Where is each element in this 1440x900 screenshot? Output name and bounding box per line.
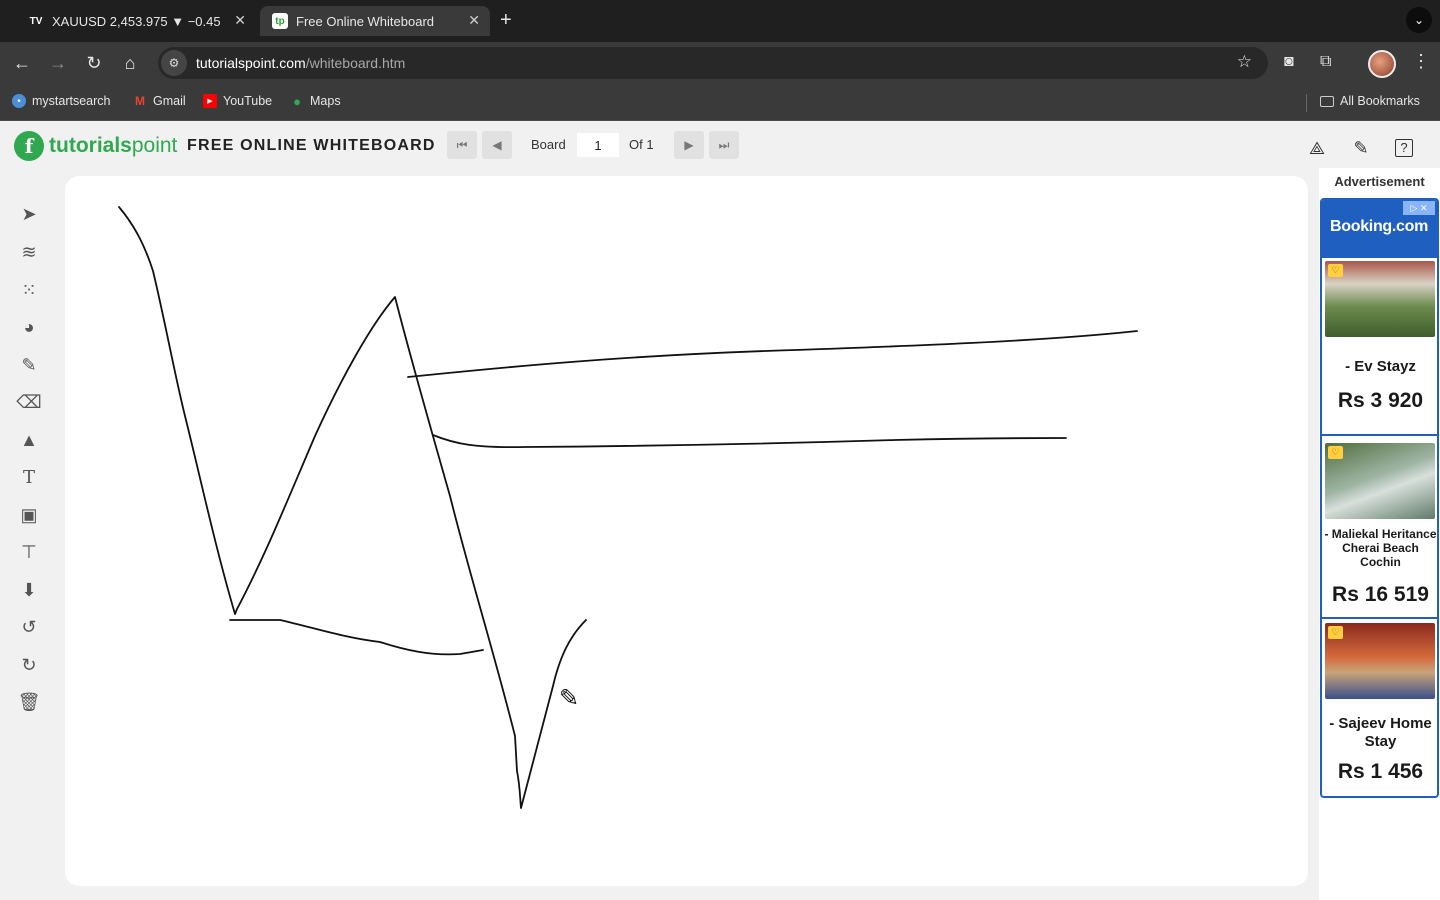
present-tool-icon[interactable]: ⊤ (16, 539, 42, 565)
browser-menu-icon[interactable]: ⋮ (1412, 51, 1430, 72)
text-tool-icon[interactable]: T (16, 464, 42, 490)
board-number-input[interactable] (577, 133, 619, 157)
reload-icon[interactable]: ↻ (83, 52, 105, 74)
layers-tool-icon[interactable]: ≋ (16, 239, 42, 265)
heart-icon[interactable]: ♡ (1328, 264, 1343, 277)
bookmark-separator (1306, 94, 1307, 112)
tab-title: XAUUSD 2,453.975 ▼ −0.45% (52, 13, 220, 29)
prev-board-button[interactable]: ◀ (482, 131, 512, 159)
shapes-tool-icon[interactable]: ▲ (16, 427, 42, 453)
edit-icon[interactable]: ✎ (1350, 137, 1372, 159)
tab-xauusd[interactable]: TV XAUUSD 2,453.975 ▼ −0.45% ✕ (16, 6, 256, 36)
heart-icon[interactable]: ♡ (1328, 446, 1343, 459)
redo-icon[interactable]: ↻ (16, 652, 42, 678)
grid-tool-icon[interactable]: ⁙ (16, 277, 42, 303)
ad-label: Advertisement (1334, 174, 1425, 189)
palette-tool-icon[interactable]: ◕ (16, 314, 42, 340)
heart-icon[interactable]: ♡ (1328, 626, 1343, 639)
drawing-layer (118, 206, 1138, 809)
ad-header: Booking.com ▷ ✕ (1322, 200, 1437, 258)
last-board-button[interactable]: ⏭ (709, 131, 739, 159)
tool-rail: ➤ ≋ ⁙ ◕ ✎ ⌫ ▲ T ▣ ⊤ ⬇ ↺ ↻ 🗑 (0, 175, 60, 900)
bookmark-gmail[interactable]: M Gmail (133, 94, 186, 108)
tradingview-icon: TV (29, 15, 43, 27)
card-divider (1322, 434, 1437, 436)
mystart-icon: • (12, 94, 26, 108)
hotel-name: - Ev Stayz (1345, 358, 1416, 375)
tab-search-icon[interactable]: ⌄ (1406, 7, 1432, 33)
browser-tab-bar: TV XAUUSD 2,453.975 ▼ −0.45% ✕ tp Free O… (0, 0, 1440, 42)
extension-record-icon[interactable]: ◙ (1284, 53, 1294, 71)
delete-icon[interactable]: 🗑 (16, 689, 42, 715)
url-bar[interactable]: ⚙ tutorialspoint.com/whiteboard.htm ☆ (158, 47, 1268, 79)
pencil-cursor-icon: ✎ (559, 685, 580, 712)
booking-ad[interactable]: Booking.com ▷ ✕ ♡ - Ev Stayz Rs 3 920 ♡ … (1320, 198, 1439, 798)
folder-icon (1320, 95, 1334, 107)
youtube-icon: ▶ (203, 94, 217, 108)
extensions-icon[interactable]: ⧉ (1320, 53, 1331, 71)
forward-icon[interactable]: → (47, 52, 69, 74)
back-icon[interactable]: ← (11, 52, 33, 74)
next-board-button[interactable]: ▶ (674, 131, 704, 159)
new-tab-button[interactable]: + (500, 9, 512, 32)
app-header: f tutorialspoint FREE ONLINE WHITEBOARD … (0, 121, 1440, 175)
pencil-tool-icon[interactable]: ✎ (16, 352, 42, 378)
all-bookmarks[interactable]: All Bookmarks (1320, 94, 1420, 108)
bookmark-mystartsearch[interactable]: • mystartsearch (12, 94, 111, 108)
url-text[interactable]: tutorialspoint.com/whiteboard.htm (196, 55, 405, 71)
adchoices-icon[interactable]: ▷ ✕ (1403, 201, 1435, 215)
tab-whiteboard[interactable]: tp Free Online Whiteboard ✕ (260, 6, 490, 36)
tutorialspoint-favicon: tp (272, 13, 288, 29)
page-title: FREE ONLINE WHITEBOARD (187, 137, 436, 154)
bookmark-youtube[interactable]: ▶ YouTube (203, 94, 272, 108)
stroke-1 (118, 206, 587, 809)
site-info-icon[interactable]: ⚙ (161, 50, 187, 76)
first-board-button[interactable]: ⏮ (447, 131, 477, 159)
home-icon[interactable]: ⌂ (119, 52, 141, 74)
bookmarks-bar: • mystartsearch M Gmail ▶ YouTube ● Maps… (0, 84, 1440, 121)
help-icon[interactable]: ? (1395, 139, 1413, 157)
card-divider (1322, 617, 1437, 619)
hotel-price: Rs 3 920 (1337, 389, 1424, 412)
bookmark-maps[interactable]: ● Maps (290, 93, 341, 109)
maps-icon: ● (293, 93, 301, 109)
tab-title: Free Online Whiteboard (296, 13, 435, 29)
stroke-3 (432, 434, 1067, 449)
hotel-price: Rs 16 519 (1332, 583, 1429, 606)
hotel-name: - Sajeev Home Stay (1329, 715, 1432, 750)
shapes-icon[interactable]: ⟁ (1306, 137, 1328, 159)
stroke-2 (407, 330, 1138, 378)
gmail-icon: M (135, 94, 145, 108)
hotel-price: Rs 1 456 (1337, 760, 1424, 783)
tutorialspoint-logo[interactable]: f tutorialspoint (14, 131, 177, 161)
image-tool-icon[interactable]: ▣ (16, 502, 42, 528)
close-tab-icon[interactable]: ✕ (234, 12, 246, 29)
ad-sidebar: Advertisement Booking.com ▷ ✕ ♡ - Ev Sta… (1319, 168, 1440, 900)
logo-mark-icon: f (14, 131, 44, 161)
download-tool-icon[interactable]: ⬇ (16, 577, 42, 603)
hotel-name: - Maliekal Heritance Cherai Beach Cochin (1324, 527, 1437, 569)
board-count: Of 1 (629, 137, 654, 152)
address-bar-row: ← → ↻ ⌂ ⚙ tutorialspoint.com/whiteboard.… (0, 42, 1440, 84)
close-tab-icon[interactable]: ✕ (468, 12, 480, 29)
whiteboard-canvas[interactable]: ✎ (65, 176, 1308, 886)
bookmark-star-icon[interactable]: ☆ (1237, 52, 1252, 72)
undo-icon[interactable]: ↺ (16, 614, 42, 640)
board-label: Board (531, 137, 566, 152)
select-tool-icon[interactable]: ➤ (16, 201, 42, 227)
profile-avatar[interactable] (1368, 50, 1396, 78)
eraser-tool-icon[interactable]: ⌫ (16, 389, 42, 415)
booking-brand: Booking.com (1330, 218, 1429, 235)
stroke-4 (229, 619, 484, 656)
